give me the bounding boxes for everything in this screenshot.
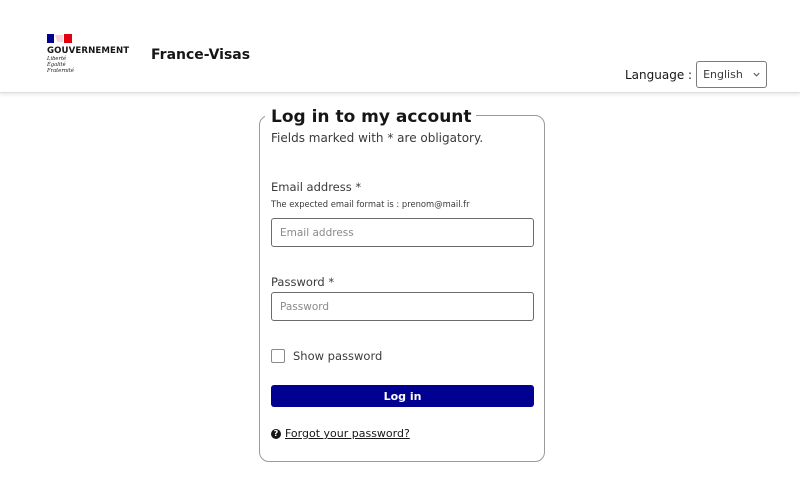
- password-label: Password *: [271, 275, 335, 289]
- email-format-hint: The expected email format is : prenom@ma…: [271, 199, 470, 209]
- flag-blue-stripe: [47, 34, 54, 43]
- language-select[interactable]: English: [696, 61, 768, 88]
- flag-white-stripe: [54, 34, 64, 43]
- show-password-checkbox[interactable]: [271, 349, 285, 363]
- show-password-label[interactable]: Show password: [293, 349, 382, 363]
- government-logo[interactable]: GOUVERNEMENT Liberté Égalité Fraternité: [47, 34, 137, 79]
- required-fields-note: Fields marked with * are obligatory.: [271, 131, 484, 145]
- login-button[interactable]: Log in: [271, 385, 534, 407]
- marianne-flag-icon: [47, 34, 72, 43]
- forgot-password-link[interactable]: Forgot your password?: [285, 427, 410, 440]
- password-input[interactable]: [271, 292, 534, 321]
- language-label: Language :: [625, 67, 693, 82]
- email-input[interactable]: [271, 218, 534, 247]
- site-header: GOUVERNEMENT Liberté Égalité Fraternité …: [0, 0, 800, 93]
- language-selected-value: English: [703, 68, 743, 81]
- flag-red-stripe: [64, 34, 72, 43]
- email-label: Email address *: [271, 180, 362, 194]
- language-switcher: Language : English: [625, 60, 768, 89]
- page-title: Log in to my account: [265, 105, 476, 129]
- chevron-down-icon: [753, 72, 760, 77]
- question-circle-icon: ?: [271, 429, 281, 439]
- site-name-link[interactable]: France-Visas: [151, 47, 250, 63]
- government-title: GOUVERNEMENT: [47, 46, 130, 56]
- motto-fraternite: Fraternité: [47, 68, 74, 74]
